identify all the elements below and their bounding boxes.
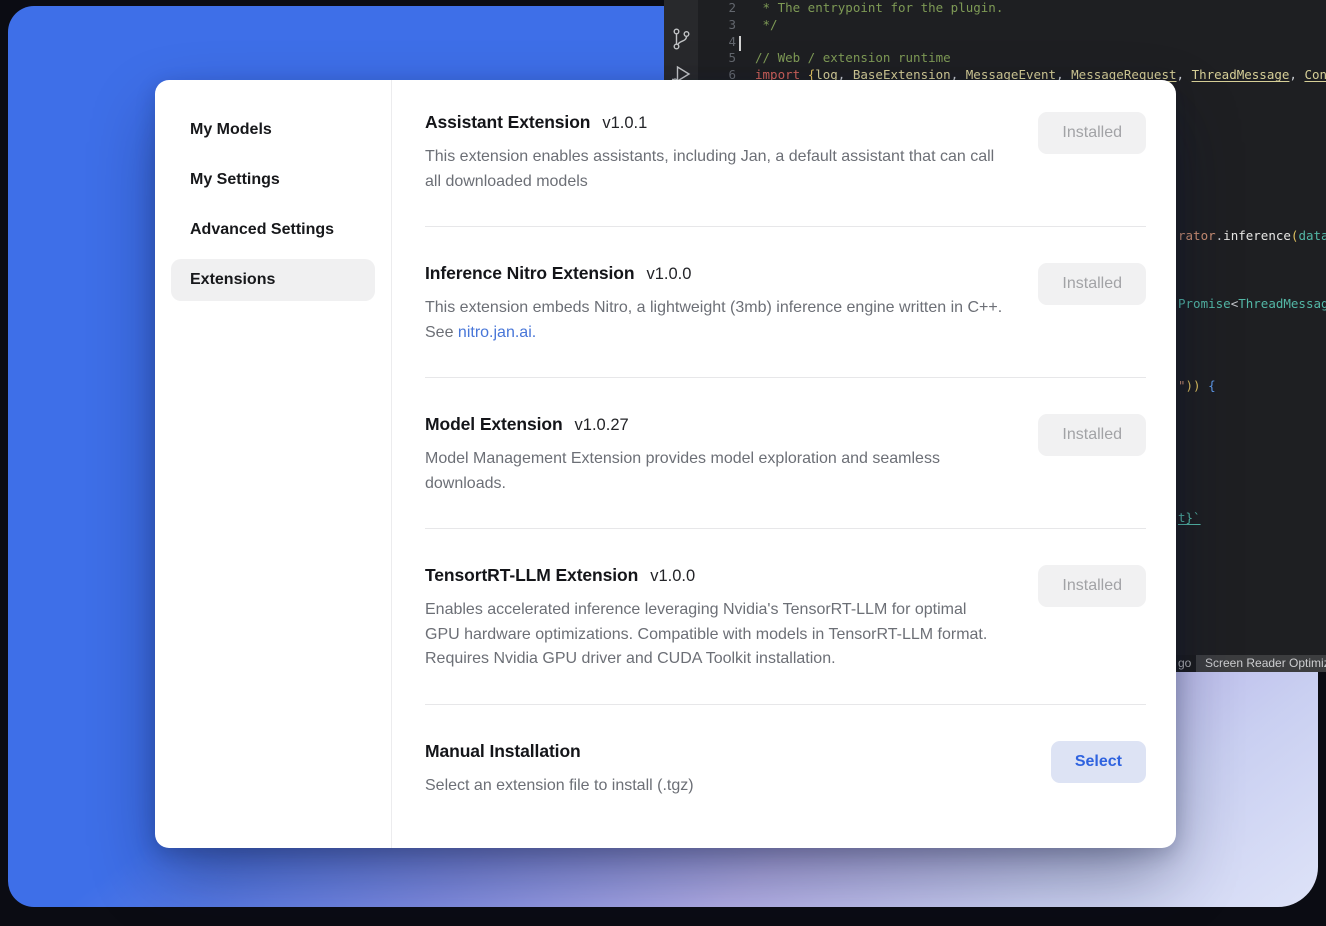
code-token: )) [1186, 378, 1201, 393]
code-text: // Web / extension runtime [755, 50, 951, 67]
extension-row: Manual Installation Select an extension f… [425, 705, 1146, 823]
extension-title-row: Model Extension v1.0.27 [425, 414, 1003, 435]
code-token: rator [1178, 228, 1216, 243]
installed-button[interactable]: Installed [1038, 112, 1146, 154]
sidebar-item-label: My Models [190, 121, 272, 139]
screen-reader-status-button[interactable]: Screen Reader Optimize [1196, 655, 1326, 672]
extension-row: Assistant Extension v1.0.1 This extension … [425, 80, 1146, 227]
sidebar-item-label: Advanced Settings [190, 221, 334, 239]
code-token: // Web / extension runtime [755, 50, 951, 65]
code-line: 2 * The entrypoint for the plugin. [698, 0, 1326, 17]
extension-info: Model Extension v1.0.27 Model Management E… [425, 414, 1003, 496]
extension-row: TensortRT-LLM Extension v1.0.0 Enables acc… [425, 529, 1146, 705]
extension-name: Model Extension [425, 414, 563, 435]
settings-sidebar: My Models My Settings Advanced Settings Ext… [155, 80, 392, 848]
extension-row: Inference Nitro Extension v1.0.0 This exte… [425, 227, 1146, 378]
extension-info: TensortRT-LLM Extension v1.0.0 Enables acc… [425, 565, 1003, 672]
text-cursor [739, 36, 741, 51]
sidebar-item-label: Extensions [190, 271, 275, 289]
extension-version: v1.0.0 [647, 265, 692, 284]
code-token: ThreadMessage [1192, 67, 1290, 82]
extension-version: v1.0.0 [650, 567, 695, 586]
line-number: 4 [698, 34, 736, 51]
description-text: Model Management Extension provides mode… [425, 450, 940, 492]
installed-button[interactable]: Installed [1038, 263, 1146, 305]
installed-button[interactable]: Installed [1038, 414, 1146, 456]
line-number: 2 [698, 0, 736, 17]
extension-description: Enables accelerated inference leveraging… [425, 598, 1003, 672]
extension-title-row: Assistant Extension v1.0.1 [425, 112, 1003, 133]
extension-description: This extension embeds Nitro, a lightweig… [425, 296, 1003, 345]
extension-version: v1.0.1 [602, 114, 647, 133]
extension-title-row: Manual Installation [425, 741, 694, 762]
extension-description: Select an extension file to install (.tg… [425, 774, 694, 799]
description-text: Select an extension file to install (.tg… [425, 777, 694, 794]
code-token: , [1177, 67, 1192, 82]
source-control-icon[interactable] [669, 26, 693, 52]
sidebar-item-advanced-settings[interactable]: Advanced Settings [171, 209, 375, 251]
code-token: , [1289, 67, 1304, 82]
code-fragment: Promise<ThreadMessage> [1178, 296, 1326, 313]
code-token: data [1298, 228, 1326, 243]
extension-info: Inference Nitro Extension v1.0.0 This exte… [425, 263, 1003, 345]
sidebar-item-label: My Settings [190, 171, 280, 189]
code-fragment: rator.inference(data)); [1178, 228, 1326, 245]
code-line: 3 */ [698, 17, 1326, 34]
select-button[interactable]: Select [1051, 741, 1146, 783]
sidebar-item-my-settings[interactable]: My Settings [171, 159, 375, 201]
code-token: t}` [1178, 510, 1201, 525]
code-line: 4 [698, 34, 1326, 51]
code-text: */ [755, 17, 778, 34]
code-lines: 2 * The entrypoint for the plugin.3 */45… [698, 0, 1326, 84]
extension-name: Assistant Extension [425, 112, 590, 133]
status-text-fragment: go [1178, 656, 1191, 670]
extension-link[interactable]: nitro.jan.ai. [458, 324, 536, 341]
sidebar-item-extensions[interactable]: Extensions [171, 259, 375, 301]
code-line: 5 // Web / extension runtime [698, 50, 1326, 67]
sidebar-item-my-models[interactable]: My Models [171, 109, 375, 151]
extension-description: Model Management Extension provides mode… [425, 447, 1003, 496]
extension-row: Model Extension v1.0.27 Model Management E… [425, 378, 1146, 529]
code-token: ThreadMessage [1238, 296, 1326, 311]
code-text: * The entrypoint for the plugin. [755, 0, 1003, 17]
line-number: 5 [698, 50, 736, 67]
settings-modal: My Models My Settings Advanced Settings Ext… [155, 80, 1176, 848]
code-token: Promise [1178, 296, 1231, 311]
extensions-list: Assistant Extension v1.0.1 This extension … [392, 80, 1176, 848]
line-number: 3 [698, 17, 736, 34]
code-token: */ [755, 17, 778, 32]
code-token: inference [1223, 228, 1291, 243]
extension-info: Manual Installation Select an extension f… [425, 741, 694, 799]
extension-name: Inference Nitro Extension [425, 263, 635, 284]
extension-name: TensortRT-LLM Extension [425, 565, 638, 586]
code-fragment: t}` [1178, 510, 1201, 527]
extension-version: v1.0.27 [575, 416, 629, 435]
installed-button[interactable]: Installed [1038, 565, 1146, 607]
extension-description: This extension enables assistants, inclu… [425, 145, 1003, 194]
code-fragment: ")) { [1178, 378, 1216, 395]
extension-title-row: Inference Nitro Extension v1.0.0 [425, 263, 1003, 284]
code-token: { [1201, 378, 1216, 393]
code-token: * The entrypoint for the plugin. [755, 0, 1003, 15]
description-text: This extension enables assistants, inclu… [425, 148, 994, 190]
code-token: " [1178, 378, 1186, 393]
extension-info: Assistant Extension v1.0.1 This extension … [425, 112, 1003, 194]
code-token: ContentType [1304, 67, 1326, 82]
extension-name: Manual Installation [425, 741, 581, 762]
description-text: Enables accelerated inference leveraging… [425, 601, 987, 667]
extension-title-row: TensortRT-LLM Extension v1.0.0 [425, 565, 1003, 586]
